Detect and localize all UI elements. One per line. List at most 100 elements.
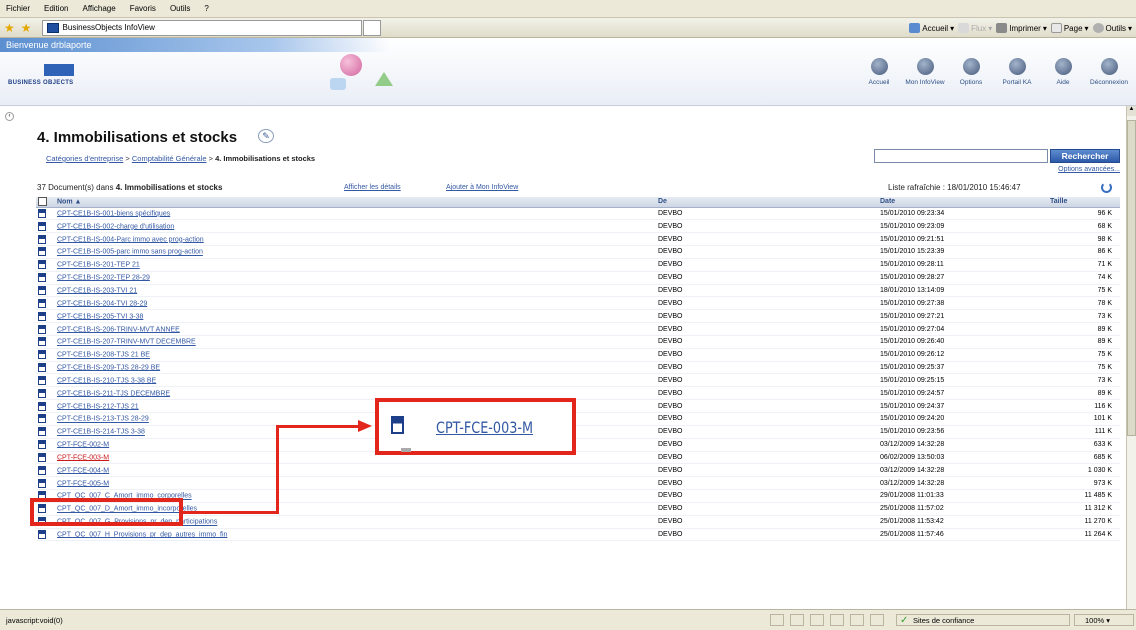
column-header-from[interactable]: De <box>656 197 878 208</box>
status-segment <box>790 614 804 626</box>
show-details-link[interactable]: Afficher les détails <box>344 184 401 191</box>
collapse-panel-icon[interactable]: ‹ <box>5 112 14 121</box>
table-row[interactable]: CPT-FCE-003-M DEVBO 06/02/2009 13:50:03 685… <box>36 451 1120 465</box>
menu-item-0[interactable]: Fichier <box>6 4 30 13</box>
app-nav-item-3[interactable]: Portail KA <box>994 58 1040 86</box>
table-row[interactable]: CPT-FCE-004-M DEVBO 03/12/2009 14:32:28 1 0… <box>36 463 1120 478</box>
table-row[interactable]: CPT-CE1B-IS-209-TJS 28-29 BE DEVBO 15/01/2… <box>36 361 1120 375</box>
document-link[interactable]: CPT-CE1B-IS-204-TVI 28-29 <box>57 300 147 307</box>
app-nav-item-4[interactable]: Aide <box>1040 58 1086 86</box>
document-link[interactable]: CPT-CE1B-IS-212-TJS 21 <box>57 403 139 410</box>
app-nav-item-5[interactable]: Déconnexion <box>1086 58 1132 86</box>
document-link[interactable]: CPT-CE1B-IS-207-TRINV-MVT DECEMBRE <box>57 339 196 346</box>
new-tab-button[interactable] <box>362 19 381 36</box>
security-zone[interactable]: ✓ Sites de confiance <box>896 614 1070 626</box>
cell-name: CPT-CE1B-IS-202-TEP 28-29 <box>36 271 656 285</box>
search-button[interactable]: Rechercher <box>1050 149 1120 163</box>
scrollbar-thumb[interactable] <box>1127 120 1136 436</box>
advanced-options-link[interactable]: Options avancées... <box>1058 166 1120 173</box>
table-row[interactable]: CPT-CE1B-IS-201-TEP 21 DEVBO 15/01/2010 09… <box>36 258 1120 272</box>
document-link[interactable]: CPT-CE1B-IS-004-Parc immo avec prog-acti… <box>57 236 204 243</box>
table-row[interactable]: CPT-CE1B-IS-205-TVI 3-38 DEVBO 15/01/2010 … <box>36 309 1120 324</box>
document-link[interactable]: CPT-CE1B-IS-205-TVI 3-38 <box>57 313 143 320</box>
column-header-size[interactable]: Taille <box>1048 197 1120 208</box>
search-input[interactable] <box>874 149 1048 163</box>
cell-name: CPT-CE1B-IS-204-TVI 28-29 <box>36 296 656 311</box>
business-objects-logo-icon <box>44 64 74 76</box>
add-favorite-icon[interactable]: ★ <box>21 21 32 35</box>
document-link[interactable]: CPT-CE1B-IS-210-TJS 3-38 BE <box>57 377 156 384</box>
table-row[interactable]: CPT-CE1B-IS-207-TRINV-MVT DECEMBRE DEVBO 1… <box>36 335 1120 349</box>
menu-item-4[interactable]: Outils <box>170 4 190 13</box>
page-button[interactable]: Page ▾ <box>1050 23 1089 33</box>
table-row[interactable]: CPT_QC_007_C_Amort_immo_corporelles DEVBO… <box>36 489 1120 503</box>
table-row[interactable]: CPT-CE1B-IS-203-TVI 21 DEVBO 18/01/2010 13… <box>36 284 1120 298</box>
document-link[interactable]: CPT-FCE-004-M <box>57 467 109 474</box>
feeds-button[interactable]: Flux ▾ <box>958 23 992 33</box>
table-row[interactable]: CPT-CE1B-IS-214-TJS 3-38 DEVBO 15/01/2010 … <box>36 425 1120 439</box>
menu-item-1[interactable]: Edition <box>44 4 68 13</box>
document-icon <box>38 530 46 540</box>
document-link[interactable]: CPT-CE1B-IS-206-TRINV-MVT ANNEE <box>57 326 180 333</box>
portal-icon <box>1008 58 1026 75</box>
document-link[interactable]: CPT-CE1B-IS-005-parc immo sans prog-acti… <box>57 249 203 256</box>
document-link[interactable]: CPT-CE1B-IS-214-TJS 3-38 <box>57 429 145 436</box>
cell-from: DEVBO <box>656 271 878 285</box>
document-link[interactable]: CPT-CE1B-IS-213-TJS 28-29 <box>57 416 149 423</box>
browser-tab[interactable]: BusinessObjects InfoView <box>41 19 362 36</box>
document-link[interactable]: CPT-CE1B-IS-202-TEP 28-29 <box>57 274 150 281</box>
document-link[interactable]: CPT-CE1B-IS-203-TVI 21 <box>57 287 137 294</box>
print-button[interactable]: Imprimer ▾ <box>996 23 1047 33</box>
table-row[interactable]: CPT-CE1B-IS-212-TJS 21 DEVBO 15/01/2010 09… <box>36 399 1120 413</box>
table-row[interactable]: CPT-FCE-002-M DEVBO 03/12/2009 14:32:28 633… <box>36 438 1120 452</box>
table-row[interactable]: CPT-CE1B-IS-004-Parc immo avec prog-acti… <box>36 232 1120 247</box>
add-to-infoview-link[interactable]: Ajouter à Mon InfoView <box>446 184 518 191</box>
document-link[interactable]: CPT-CE1B-IS-001-biens spécifiques <box>57 210 170 217</box>
table-row[interactable]: CPT-CE1B-IS-204-TVI 28-29 DEVBO 15/01/2010… <box>36 296 1120 311</box>
column-header-name[interactable]: Nom ▲ <box>36 197 656 208</box>
document-link[interactable]: CPT-CE1B-IS-002-charge d'utilisation <box>57 223 174 230</box>
menu-item-2[interactable]: Affichage <box>82 4 115 13</box>
table-row[interactable]: CPT-CE1B-IS-001-biens spécifiques DEVBO 15… <box>36 207 1120 221</box>
cell-name: CPT_QC_007_H_Provisions_pr_dep_autres_im… <box>36 528 656 542</box>
document-link[interactable]: CPT-CE1B-IS-209-TJS 28-29 BE <box>57 364 160 371</box>
document-link[interactable]: CPT-FCE-003-M <box>57 454 109 461</box>
scroll-up-arrow-icon[interactable]: ▲ <box>1127 106 1136 116</box>
tools-button[interactable]: Outils ▾ <box>1092 23 1132 33</box>
app-header: Bienvenue drblaporte BUSINESS OBJECTS Ac… <box>0 38 1136 106</box>
table-row[interactable]: CPT-CE1B-IS-206-TRINV-MVT ANNEE DEVBO 15/0… <box>36 322 1120 336</box>
home-button[interactable]: Accueil ▾ <box>909 23 954 33</box>
document-link[interactable]: CPT-FCE-005-M <box>57 480 109 487</box>
document-link[interactable]: CPT-CE1B-IS-208-TJS 21 BE <box>57 352 150 359</box>
zoom-level[interactable]: 100% ▾ <box>1074 614 1134 626</box>
favorites-star-icon[interactable]: ★ <box>4 21 15 35</box>
table-row[interactable]: CPT-CE1B-IS-208-TJS 21 BE DEVBO 15/01/2010… <box>36 348 1120 362</box>
table-row[interactable]: CPT_QC_007_G_Provisions_pr_dep_participa… <box>36 515 1120 529</box>
menu-item-3[interactable]: Favoris <box>130 4 156 13</box>
column-header-date[interactable]: Date <box>878 197 1048 208</box>
cell-date: 15/01/2010 09:25:37 <box>878 361 1048 375</box>
vertical-scrollbar[interactable]: ▲ <box>1126 106 1136 609</box>
cell-date: 06/02/2009 13:50:03 <box>878 451 1048 465</box>
document-link[interactable]: CPT_QC_007_H_Provisions_pr_dep_autres_im… <box>57 531 227 538</box>
document-link[interactable]: CPT-CE1B-IS-201-TEP 21 <box>57 262 140 269</box>
table-row[interactable]: CPT-CE1B-IS-213-TJS 28-29 DEVBO 15/01/2010… <box>36 412 1120 426</box>
app-nav-item-0[interactable]: Accueil <box>856 58 902 86</box>
table-row[interactable]: CPT_QC_007_H_Provisions_pr_dep_autres_im… <box>36 528 1120 542</box>
table-row[interactable]: CPT-CE1B-IS-210-TJS 3-38 BE DEVBO 15/01/20… <box>36 373 1120 388</box>
table-row[interactable]: CPT-CE1B-IS-202-TEP 28-29 DEVBO 15/01/2010… <box>36 271 1120 285</box>
menu-item-5[interactable]: ? <box>204 4 208 13</box>
breadcrumb-item[interactable]: Catégories d'entreprise <box>46 154 123 163</box>
cell-date: 15/01/2010 09:24:57 <box>878 386 1048 401</box>
table-row[interactable]: CPT-CE1B-IS-005-parc immo sans prog-acti… <box>36 245 1120 259</box>
refresh-icon[interactable] <box>1101 182 1112 193</box>
edit-pencil-icon[interactable]: ✎ <box>258 129 274 143</box>
document-link[interactable]: CPT-CE1B-IS-211-TJS DECEMBRE <box>57 390 170 397</box>
app-nav-item-1[interactable]: Mon InfoView <box>902 58 948 86</box>
table-row[interactable]: CPT-FCE-005-M DEVBO 03/12/2009 14:32:28 973… <box>36 476 1120 491</box>
document-link[interactable]: CPT-FCE-002-M <box>57 441 109 448</box>
table-row[interactable]: CPT-CE1B-IS-002-charge d'utilisation DEVB… <box>36 219 1120 234</box>
breadcrumb-item[interactable]: Comptabilité Générale <box>132 154 207 163</box>
table-row[interactable]: CPT-CE1B-IS-211-TJS DECEMBRE DEVBO 15/01/2… <box>36 386 1120 401</box>
app-nav-item-2[interactable]: Options <box>948 58 994 86</box>
